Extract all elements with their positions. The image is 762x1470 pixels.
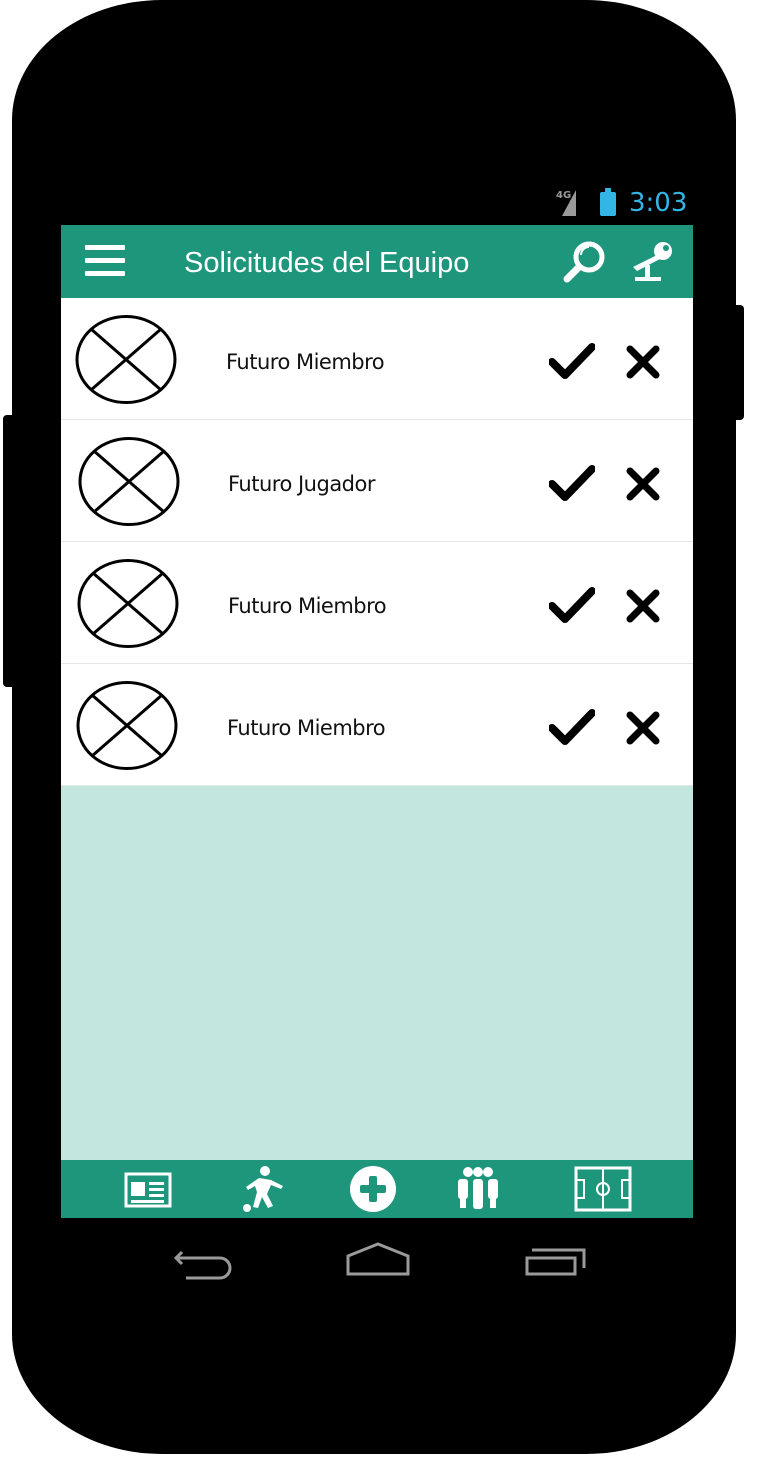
battery-icon xyxy=(600,188,616,216)
avatar-placeholder-icon xyxy=(76,681,178,770)
close-icon[interactable] xyxy=(625,466,661,502)
team-icon[interactable] xyxy=(448,1164,508,1214)
page-title: Solicitudes del Equipo xyxy=(184,247,470,279)
check-icon[interactable] xyxy=(549,342,595,380)
add-icon[interactable] xyxy=(343,1164,403,1214)
check-icon[interactable] xyxy=(549,586,595,624)
close-icon[interactable] xyxy=(625,588,661,624)
hamburger-menu-icon[interactable] xyxy=(85,245,125,277)
field-icon[interactable] xyxy=(573,1164,633,1214)
app-bar: Solicitudes del Equipo xyxy=(61,225,693,298)
recent-apps-icon[interactable] xyxy=(522,1238,590,1286)
news-icon[interactable] xyxy=(118,1164,178,1214)
list-item: Futuro Miembro xyxy=(61,298,693,420)
player-icon[interactable] xyxy=(231,1164,291,1214)
volume-button[interactable] xyxy=(3,415,17,687)
request-name: Futuro Miembro xyxy=(228,594,387,618)
avatar-placeholder-icon xyxy=(77,559,179,648)
status-clock: 3:03 xyxy=(629,188,688,218)
avatar-placeholder-icon xyxy=(75,315,177,404)
check-icon[interactable] xyxy=(549,708,595,746)
request-name: Futuro Miembro xyxy=(226,350,385,374)
request-name: Futuro Jugador xyxy=(228,472,376,496)
request-name: Futuro Miembro xyxy=(227,716,386,740)
check-icon[interactable] xyxy=(549,464,595,502)
network-label: 4G xyxy=(556,190,572,201)
whistle-icon[interactable] xyxy=(627,239,677,287)
list-item: Futuro Jugador xyxy=(61,420,693,542)
bottom-nav xyxy=(61,1160,693,1218)
avatar-placeholder-icon xyxy=(78,437,180,526)
back-icon[interactable] xyxy=(170,1238,234,1286)
app-screen: Solicitudes del Equipo Futuro Miembro Fu… xyxy=(61,225,693,1218)
search-icon[interactable] xyxy=(561,239,611,287)
list-item: Futuro Miembro xyxy=(61,542,693,664)
close-icon[interactable] xyxy=(625,710,661,746)
home-icon[interactable] xyxy=(344,1238,412,1286)
request-list: Futuro Miembro Futuro Jugador Futuro Mie… xyxy=(61,298,693,786)
power-button[interactable] xyxy=(730,305,744,420)
close-icon[interactable] xyxy=(625,344,661,380)
status-bar: 4G 3:03 xyxy=(550,186,690,224)
list-item: Futuro Miembro xyxy=(61,664,693,786)
